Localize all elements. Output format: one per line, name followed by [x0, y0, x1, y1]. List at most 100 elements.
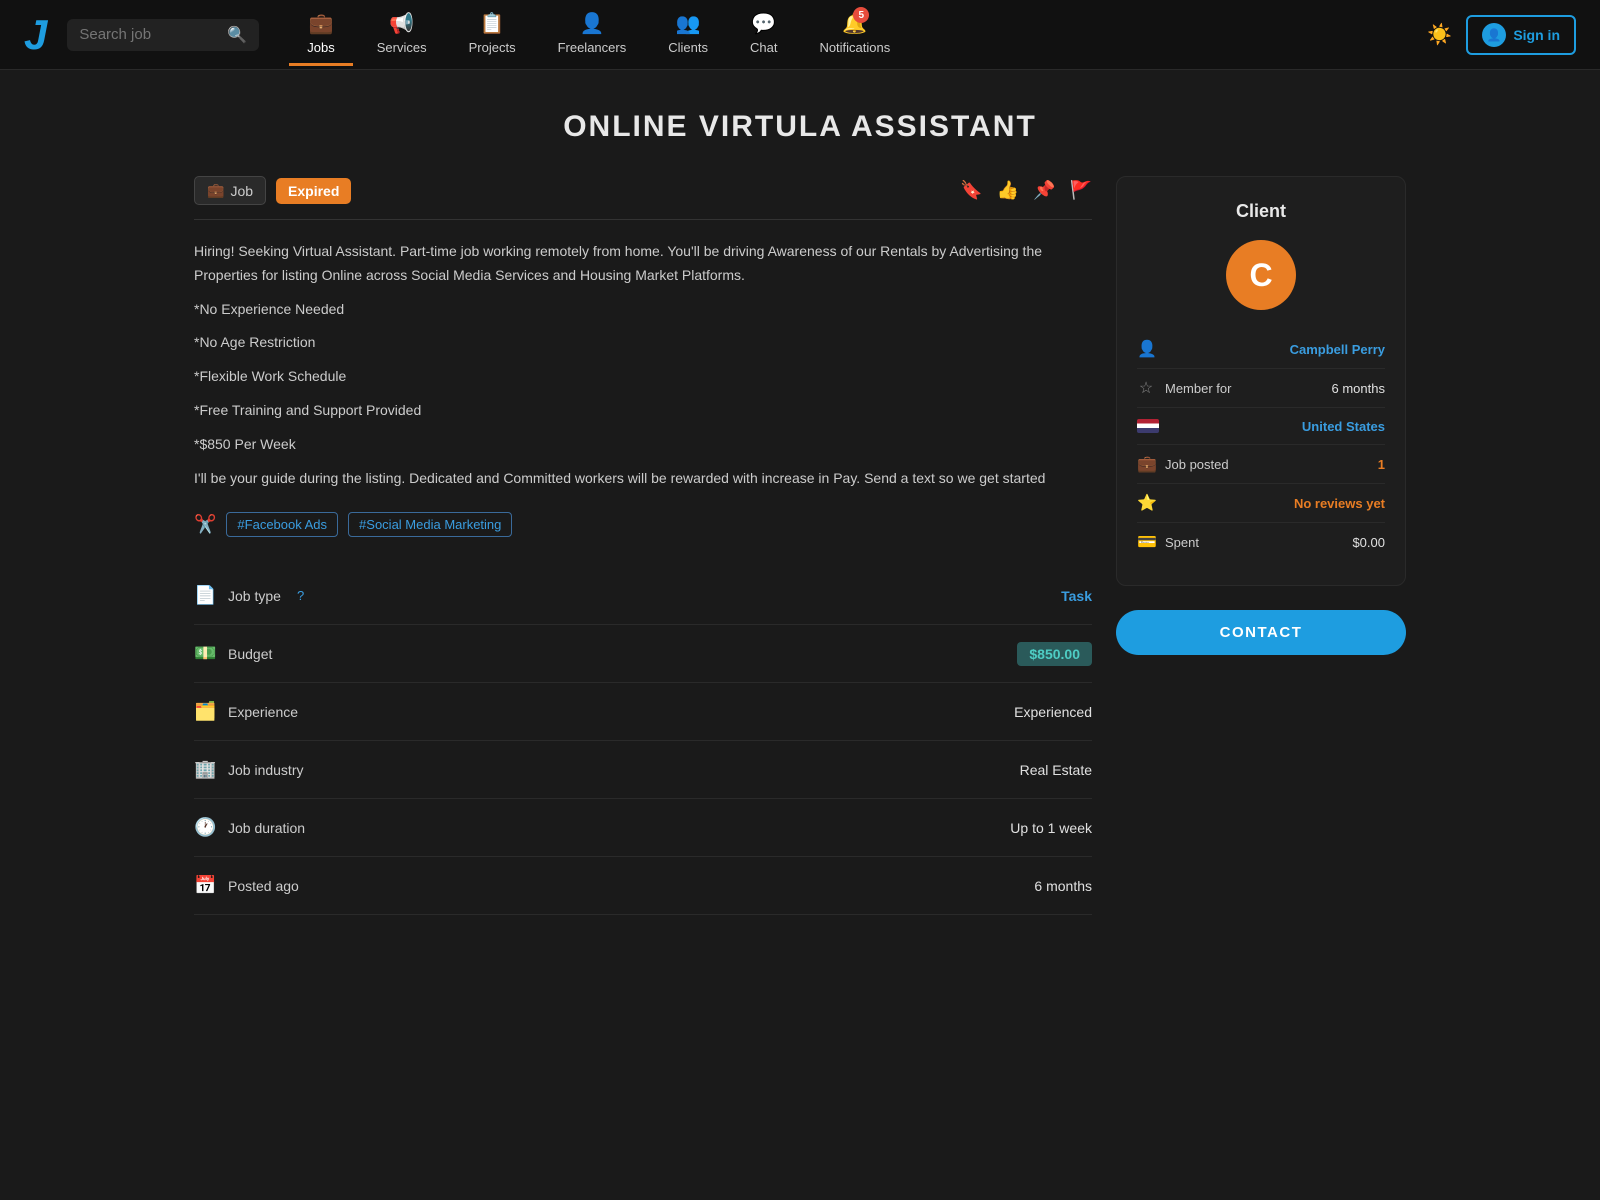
desc-4: *Flexible Work Schedule: [194, 365, 1092, 389]
industry-value: Real Estate: [1020, 762, 1092, 778]
star-reviews-icon: ⭐: [1137, 493, 1155, 513]
freelancers-label: Freelancers: [558, 40, 627, 55]
nav-item-jobs[interactable]: 💼 Jobs: [289, 3, 352, 66]
budget-icon: 💵: [194, 643, 216, 664]
job-details: 📄 Job type ? Task 💵 Budget $850.00: [194, 567, 1092, 915]
nav-item-projects[interactable]: 📋 Projects: [451, 3, 534, 66]
spent-label: Spent: [1165, 535, 1199, 550]
detail-left-budget: 💵 Budget: [194, 643, 272, 664]
client-info-member: ☆ Member for 6 months: [1137, 369, 1385, 408]
client-name-left: 👤: [1137, 339, 1155, 359]
budget-badge: $850.00: [1017, 642, 1092, 666]
skill-facebook-ads[interactable]: #Facebook Ads: [226, 512, 338, 537]
briefcase-client-icon: 💼: [1137, 454, 1155, 474]
search-input[interactable]: [79, 26, 219, 43]
jobtype-value: Task: [1061, 588, 1092, 604]
tag-job: 💼 Job: [194, 176, 266, 205]
page-title: ONLINE VIRTULA ASSISTANT: [194, 110, 1406, 144]
job-sidebar: Client C 👤 Campbell Perry ☆ Member for 6…: [1116, 176, 1406, 655]
page-content: ONLINE VIRTULA ASSISTANT 💼 Job Expired 🔖…: [170, 70, 1430, 955]
posted-value: 6 months: [1034, 878, 1092, 894]
client-info-spent: 💳 Spent $0.00: [1137, 523, 1385, 561]
contact-button[interactable]: CONTACT: [1116, 610, 1406, 655]
star-icon: ☆: [1137, 378, 1155, 398]
detail-row-industry: 🏢 Job industry Real Estate: [194, 741, 1092, 799]
job-layout: 💼 Job Expired 🔖 👍 📌 🚩 Hiring! Seeking Vi…: [194, 176, 1406, 915]
like-icon[interactable]: 👍: [997, 180, 1019, 201]
services-icon: 📢: [389, 11, 414, 36]
job-posted-value: 1: [1378, 457, 1385, 472]
nav-item-services[interactable]: 📢 Services: [359, 3, 445, 66]
user-avatar-icon: 👤: [1482, 23, 1506, 47]
nav-item-clients[interactable]: 👥 Clients: [650, 3, 726, 66]
duration-value: Up to 1 week: [1010, 820, 1092, 836]
experience-label: Experience: [228, 704, 298, 720]
theme-toggle-icon[interactable]: ☀️: [1427, 22, 1452, 47]
duration-label: Job duration: [228, 820, 305, 836]
nav-items: 💼 Jobs 📢 Services 📋 Projects 👤 Freelance…: [289, 3, 1427, 66]
detail-row-job-type: 📄 Job type ? Task: [194, 567, 1092, 625]
client-country-left: [1137, 417, 1155, 435]
industry-label: Job industry: [228, 762, 303, 778]
brand-logo[interactable]: J: [24, 14, 47, 56]
detail-row-experience: 🗂️ Experience Experienced: [194, 683, 1092, 741]
skill-social-media[interactable]: #Social Media Marketing: [348, 512, 512, 537]
experience-icon: 🗂️: [194, 701, 216, 722]
question-icon[interactable]: ?: [297, 588, 304, 603]
projects-label: Projects: [469, 40, 516, 55]
industry-icon: 🏢: [194, 759, 216, 780]
job-header: 💼 Job Expired 🔖 👍 📌 🚩: [194, 176, 1092, 220]
nav-item-notifications[interactable]: 🔔 5 Notifications: [801, 3, 908, 66]
notifications-label: Notifications: [819, 40, 890, 55]
nav-item-chat[interactable]: 💬 Chat: [732, 3, 795, 66]
detail-row-duration: 🕐 Job duration Up to 1 week: [194, 799, 1092, 857]
bookmark-icon[interactable]: 🔖: [960, 180, 982, 201]
sign-in-label: Sign in: [1513, 27, 1560, 43]
job-tags: 💼 Job Expired: [194, 176, 351, 205]
flag-icon[interactable]: 🚩: [1070, 180, 1092, 201]
pin-icon[interactable]: 📌: [1033, 180, 1055, 201]
nav-right: ☀️ 👤 Sign in: [1427, 15, 1576, 55]
client-card: Client C 👤 Campbell Perry ☆ Member for 6…: [1116, 176, 1406, 586]
briefcase-icon: 💼: [207, 182, 224, 199]
client-avatar: C: [1226, 240, 1296, 310]
jobtype-label: Job type: [228, 588, 281, 604]
job-actions: 🔖 👍 📌 🚩: [960, 180, 1092, 201]
sign-in-button[interactable]: 👤 Sign in: [1466, 15, 1576, 55]
budget-label: Budget: [228, 646, 272, 662]
spent-value: $0.00: [1352, 535, 1385, 550]
detail-left-experience: 🗂️ Experience: [194, 701, 298, 722]
job-main: 💼 Job Expired 🔖 👍 📌 🚩 Hiring! Seeking Vi…: [194, 176, 1092, 915]
experience-value: Experienced: [1014, 704, 1092, 720]
job-tag-label: Job: [230, 183, 253, 199]
reviews-value: No reviews yet: [1294, 496, 1385, 511]
skills-row: ✂️ #Facebook Ads #Social Media Marketing: [194, 512, 1092, 537]
chat-icon: 💬: [751, 11, 776, 36]
client-spent-left: 💳 Spent: [1137, 532, 1199, 552]
client-country-link[interactable]: United States: [1302, 419, 1385, 434]
detail-left-posted: 📅 Posted ago: [194, 875, 299, 896]
tag-expired: Expired: [276, 178, 351, 204]
desc-6: *$850 Per Week: [194, 433, 1092, 457]
member-value: 6 months: [1332, 381, 1385, 396]
search-bar[interactable]: 🔍: [67, 19, 259, 51]
client-info-job-posted: 💼 Job posted 1: [1137, 445, 1385, 484]
flag-us-icon: [1137, 417, 1155, 435]
client-name-link[interactable]: Campbell Perry: [1290, 342, 1385, 357]
client-info-reviews: ⭐ No reviews yet: [1137, 484, 1385, 523]
chat-label: Chat: [750, 40, 777, 55]
member-label: Member for: [1165, 381, 1231, 396]
client-info-name: 👤 Campbell Perry: [1137, 330, 1385, 369]
services-label: Services: [377, 40, 427, 55]
freelancers-icon: 👤: [579, 11, 604, 36]
desc-1: Hiring! Seeking Virtual Assistant. Part-…: [194, 240, 1092, 288]
budget-value: $850.00: [1017, 646, 1092, 662]
job-posted-label: Job posted: [1165, 457, 1229, 472]
person-icon: 👤: [1137, 339, 1155, 359]
scissors-icon: ✂️: [194, 514, 216, 535]
detail-left-industry: 🏢 Job industry: [194, 759, 303, 780]
client-info-country: United States: [1137, 408, 1385, 445]
search-icon: 🔍: [227, 25, 247, 45]
client-reviews-left: ⭐: [1137, 493, 1155, 513]
nav-item-freelancers[interactable]: 👤 Freelancers: [540, 3, 645, 66]
